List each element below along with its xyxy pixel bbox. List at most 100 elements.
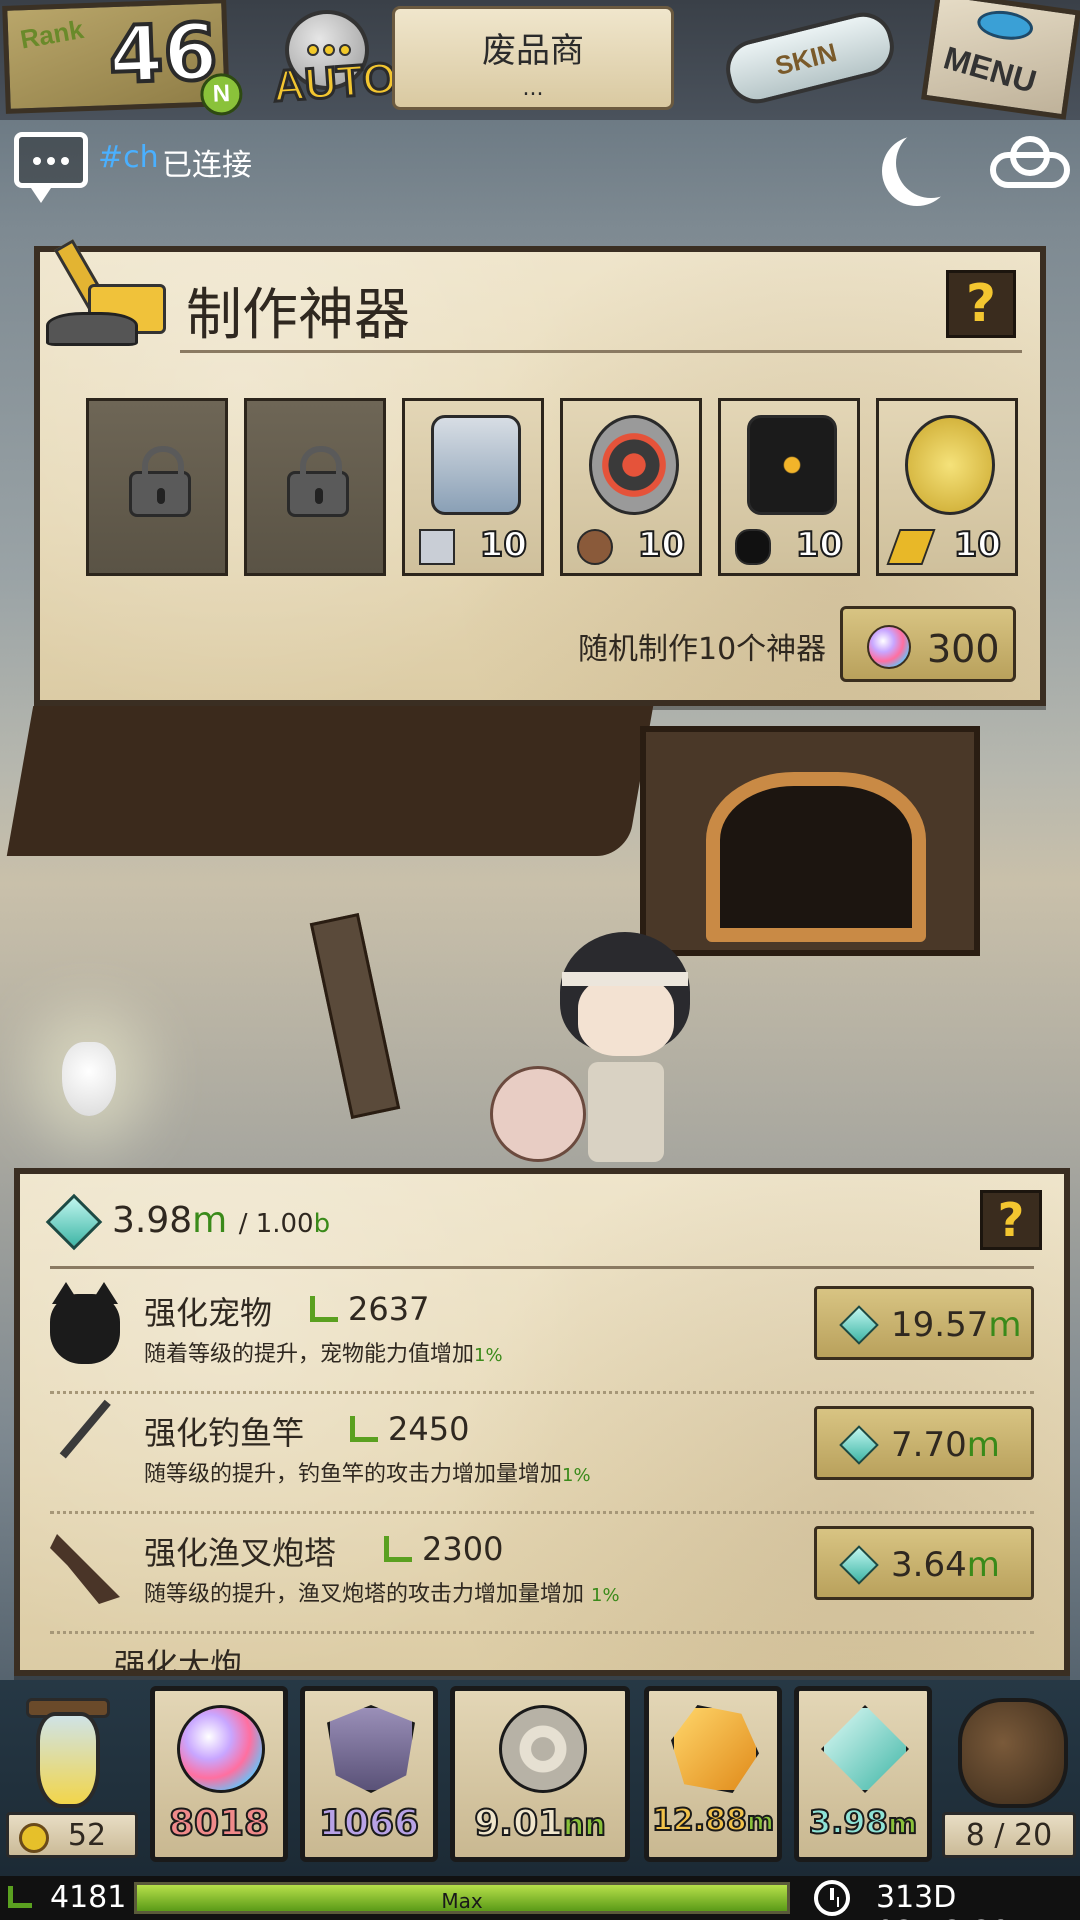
inventory-value: 9.01nn (455, 1802, 625, 1845)
artifact-slot[interactable]: 10 (560, 398, 702, 576)
upgrade-level: 2637 (310, 1290, 429, 1328)
artifact-slot-locked[interactable] (244, 398, 386, 576)
upgrade-level-value: 2637 (348, 1290, 430, 1328)
inventory-value: 8018 (155, 1802, 283, 1845)
excavator-icon (30, 239, 170, 350)
harpoon-turret (309, 912, 401, 1120)
upgrade-buy-button[interactable]: 7.70m (814, 1406, 1034, 1480)
inventory-value: 1066 (305, 1802, 433, 1845)
diamond-icon (839, 1545, 879, 1585)
artifact-slots: 10 10 10 10 (86, 398, 1018, 576)
compass-artifact-icon (905, 415, 995, 515)
upgrade-cost-unit: m (966, 1545, 1000, 1585)
shield-emblem-icon (327, 1705, 415, 1793)
lightbulb-icon (62, 1042, 116, 1116)
upgrade-level-value: 2300 (422, 1530, 504, 1568)
inventory-value-number: 1066 (318, 1802, 420, 1845)
inventory-value-unit: m (746, 1806, 775, 1838)
inventory-value: 3.98m (799, 1802, 927, 1842)
gem-max: / 1.00 (238, 1209, 314, 1239)
inventory-value-unit: m (887, 1806, 918, 1841)
upgrade-title: 强化钓鱼竿 (144, 1414, 305, 1452)
black-stone-artifact-icon (747, 415, 837, 515)
random-craft-button[interactable]: 300 (840, 606, 1016, 682)
lantern-artifact-icon (431, 415, 521, 515)
coin-counter: 52 (6, 1812, 138, 1858)
inventory-value: 12.88m (649, 1802, 777, 1839)
inventory-value-number: 3.98 (808, 1802, 889, 1842)
wrecked-ship (6, 706, 654, 856)
inventory-slot[interactable]: 3.98m (794, 1686, 932, 1862)
bag-icon[interactable] (958, 1698, 1068, 1808)
gem-total: 3.98m / 1.00b (112, 1200, 330, 1241)
coin-value: 52 (67, 1817, 107, 1853)
inventory-slot[interactable]: 12.88m (644, 1686, 782, 1862)
rainbow-orb-icon (177, 1705, 265, 1793)
inventory-value-number: 12.88 (651, 1802, 748, 1839)
upgrade-description: 随等级的提升，钓鱼竿的攻击力增加量增加1% (144, 1456, 591, 1488)
diamond-icon (45, 1193, 103, 1251)
shell-icon (499, 1705, 587, 1793)
rainbow-orb-icon (867, 625, 911, 669)
moon-icon[interactable] (896, 128, 966, 198)
coal-icon (735, 529, 771, 565)
upgrade-buy-button[interactable]: 3.64m (814, 1526, 1034, 1600)
help-button[interactable]: ? (980, 1190, 1042, 1250)
inventory-slot[interactable]: 9.01nn (450, 1686, 630, 1862)
upgrade-level: 2300 (384, 1530, 503, 1568)
fish-icon (975, 7, 1035, 44)
upgrade-desc-text: 随着等级的提升，宠物能力值增加 (144, 1342, 475, 1367)
upgrade-row-fishing-rod: 强化钓鱼竿 2450 随等级的提升，钓鱼竿的攻击力增加量增加1% 7.70m (50, 1394, 1034, 1514)
upgrade-cost-unit: m (966, 1425, 1000, 1465)
artifact-slot[interactable]: 10 (876, 398, 1018, 576)
inventory-slot[interactable]: 8018 (150, 1686, 288, 1862)
chat-channel[interactable]: #ch (98, 140, 159, 175)
hourglass-icon[interactable] (14, 1698, 122, 1816)
skin-button[interactable]: SKIN (715, 6, 905, 110)
xp-bar: Max (134, 1882, 790, 1914)
top-bar: Rank 46 N AUTO 废品商 ... SKIN MENU (0, 0, 1080, 120)
artifact-slot-locked[interactable] (86, 398, 228, 576)
upgrade-buy-button[interactable]: 19.57m (814, 1286, 1034, 1360)
inventory-value-number: 8018 (168, 1802, 270, 1845)
upgrade-row-cannon-partial[interactable]: 强化大炮 (114, 1640, 242, 1670)
amber-crystal-icon (671, 1705, 759, 1793)
hut-door (706, 772, 926, 942)
panel-title: 制作神器 (186, 283, 410, 348)
rank-badge: N (199, 72, 244, 117)
game-scene[interactable] (0, 706, 1080, 1166)
upgrade-description: 随等级的提升，渔叉炮塔的攻击力增加量增加 1% (144, 1576, 620, 1608)
help-button[interactable]: ? (946, 270, 1016, 338)
level-icon (310, 1296, 338, 1322)
gem-max-unit: b (313, 1209, 331, 1239)
chat-status: 已连接 (162, 148, 252, 183)
auto-label: AUTO (270, 52, 400, 113)
material-quantity: 10 (479, 524, 528, 566)
lock-icon (129, 446, 191, 517)
chat-icon[interactable] (14, 132, 88, 203)
status-bar: 4181 Max 313D 02:52:29 (0, 1876, 1080, 1920)
rank-plate[interactable]: Rank 46 N (2, 0, 244, 117)
menu-button[interactable]: MENU (921, 0, 1080, 120)
upgrade-level: 2450 (350, 1410, 469, 1448)
level-icon (350, 1416, 378, 1442)
inventory-value-number: 9.01 (473, 1802, 564, 1845)
harpoon-icon (50, 1534, 120, 1604)
player-level: 4181 (50, 1880, 127, 1915)
inventory-slot[interactable]: 1066 (300, 1686, 438, 1862)
gem-current-unit: m (192, 1200, 228, 1241)
artifact-slot[interactable]: 10 (718, 398, 860, 576)
level-icon (8, 1886, 32, 1908)
pet-character (490, 1066, 586, 1162)
artifact-slot[interactable]: 10 (402, 398, 544, 576)
iron-cube-icon (419, 529, 455, 565)
upgrade-row-pet: 强化宠物 2637 随着等级的提升，宠物能力值增加1% 19.57m (50, 1274, 1034, 1394)
upgrade-cost-unit: m (988, 1305, 1022, 1345)
xp-label: Max (441, 1889, 483, 1913)
material-quantity: 10 (795, 524, 844, 566)
upgrade-desc-text: 随等级的提升，渔叉炮塔的攻击力增加量增加 (144, 1582, 591, 1607)
upgrade-cost-value: 19.57 (891, 1305, 989, 1345)
inventory-value-unit: nn (562, 1807, 607, 1844)
upgrade-desc-pct: 1% (562, 1465, 591, 1486)
cloud-upload-icon[interactable] (990, 136, 1070, 188)
